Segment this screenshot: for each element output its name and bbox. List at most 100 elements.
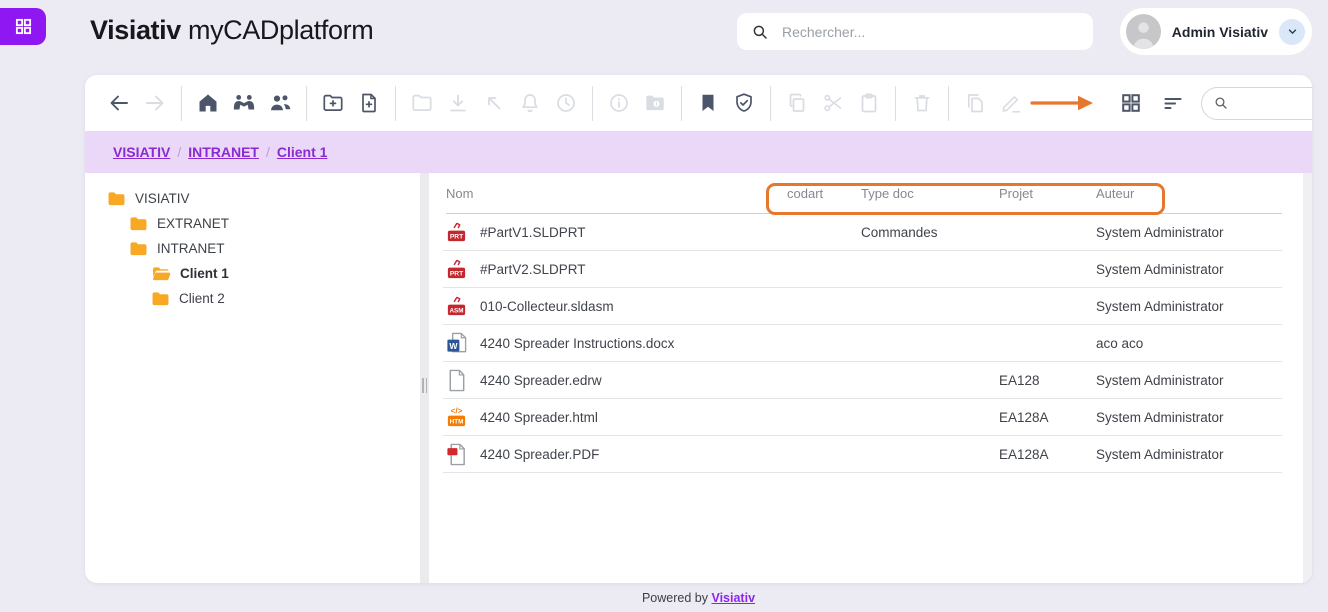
page-title: Visiativ myCADplatform xyxy=(90,15,373,46)
generic-document-icon xyxy=(443,367,469,393)
toolbar-separator xyxy=(770,86,771,121)
tree-item-client2[interactable]: Client 2 xyxy=(85,286,420,311)
column-header-nom[interactable]: Nom xyxy=(446,186,787,201)
table-row[interactable]: 4240 Spreader.PDF EA128A System Administ… xyxy=(443,436,1282,473)
cell-auteur: System Administrator xyxy=(1096,262,1282,277)
folder-open-icon xyxy=(151,266,171,281)
breadcrumb-item-client1[interactable]: Client 1 xyxy=(277,144,328,160)
table-row[interactable]: 4240 Spreader.edrw EA128 System Administ… xyxy=(443,362,1282,399)
toolbar-separator xyxy=(681,86,682,121)
duplicate-pages-icon[interactable] xyxy=(963,91,987,115)
folder-closed-icon xyxy=(151,291,170,306)
tree-label: Client 2 xyxy=(179,291,225,306)
table-row[interactable]: </> HTM 4240 Spreader.html EA128A System… xyxy=(443,399,1282,436)
global-search-input[interactable] xyxy=(782,24,1079,40)
breadcrumb-separator: / xyxy=(177,144,181,160)
cell-auteur: System Administrator xyxy=(1096,447,1282,462)
tree-label: VISIATIV xyxy=(135,191,190,206)
history-clock-icon[interactable] xyxy=(554,91,578,115)
download-icon[interactable] xyxy=(446,91,470,115)
table-header: Nom codart Type doc Projet Auteur xyxy=(446,173,1282,214)
folder-closed-icon xyxy=(129,216,148,231)
app-launcher-button[interactable] xyxy=(0,8,46,45)
breadcrumb: VISIATIV / INTRANET / Client 1 xyxy=(85,131,1312,173)
table-row[interactable]: PRT #PartV2.SLDPRT System Administrator xyxy=(443,251,1282,288)
svg-text:PRT: PRT xyxy=(449,233,463,240)
back-button[interactable] xyxy=(107,91,131,115)
user-name: Admin Visiativ xyxy=(1172,24,1268,40)
paste-clipboard-icon[interactable] xyxy=(857,91,881,115)
tree-item-client1[interactable]: Client 1 xyxy=(85,261,420,286)
copy-icon[interactable] xyxy=(785,91,809,115)
toolbar-separator xyxy=(948,86,949,121)
file-name: 4240 Spreader.PDF xyxy=(480,447,599,462)
file-name: #PartV2.SLDPRT xyxy=(480,262,586,277)
list-view-button[interactable] xyxy=(1161,91,1185,115)
grid-view-button[interactable] xyxy=(1119,91,1143,115)
cell-projet: EA128 xyxy=(999,373,1096,388)
info-icon[interactable] xyxy=(607,91,631,115)
new-file-icon[interactable] xyxy=(357,91,381,115)
brand-name: Visiativ xyxy=(90,15,181,45)
new-folder-icon[interactable] xyxy=(321,91,345,115)
clients-handshake-icon[interactable] xyxy=(232,91,256,115)
column-header-auteur[interactable]: Auteur xyxy=(1096,186,1282,201)
bookmark-icon[interactable] xyxy=(696,91,720,115)
filter-search[interactable] xyxy=(1201,87,1312,120)
footer: Powered by Visiativ xyxy=(85,591,1312,605)
user-menu[interactable]: Admin Visiativ xyxy=(1120,8,1312,55)
cell-projet: EA128A xyxy=(999,410,1096,425)
notifications-bell-icon[interactable] xyxy=(518,91,542,115)
tree-item-visiativ[interactable]: VISIATIV xyxy=(85,186,420,211)
cell-auteur: aco aco xyxy=(1096,336,1282,351)
tree-label: Client 1 xyxy=(180,266,229,281)
svg-text:PRT: PRT xyxy=(449,270,463,277)
edit-pencil-icon[interactable] xyxy=(999,91,1023,115)
person-icon xyxy=(1126,14,1161,49)
column-header-codart[interactable]: codart xyxy=(787,186,861,201)
move-arrow-icon[interactable] xyxy=(482,91,506,115)
content-area: VISIATIV EXTRANET INTRANET Client 1 Clie… xyxy=(85,173,1312,583)
file-name: #PartV1.SLDPRT xyxy=(480,225,586,240)
cell-auteur: System Administrator xyxy=(1096,410,1282,425)
annotation-arrow xyxy=(1029,94,1095,112)
product-name: myCADplatform xyxy=(188,15,373,45)
global-search[interactable] xyxy=(737,13,1093,50)
pdf-document-icon xyxy=(443,441,469,467)
solidworks-part-icon: PRT xyxy=(443,256,469,282)
folder-closed-icon xyxy=(129,241,148,256)
file-name: 4240 Spreader Instructions.docx xyxy=(480,336,674,351)
breadcrumb-item-visiativ[interactable]: VISIATIV xyxy=(113,144,170,160)
cut-scissors-icon[interactable] xyxy=(821,91,845,115)
footer-text: Powered by xyxy=(642,591,708,605)
cell-auteur: System Administrator xyxy=(1096,299,1282,314)
resizer-grip-icon xyxy=(422,378,427,393)
avatar xyxy=(1126,14,1161,49)
tree-item-extranet[interactable]: EXTRANET xyxy=(85,211,420,236)
panel-resizer[interactable] xyxy=(420,173,429,583)
home-icon[interactable] xyxy=(196,91,220,115)
filter-search-input[interactable] xyxy=(1237,96,1312,111)
shield-check-icon[interactable] xyxy=(732,91,756,115)
table-row[interactable]: PRT #PartV1.SLDPRT Commandes System Admi… xyxy=(443,214,1282,251)
folder-info-icon[interactable] xyxy=(643,91,667,115)
users-icon[interactable] xyxy=(268,91,292,115)
user-menu-chevron[interactable] xyxy=(1279,19,1305,45)
footer-visiativ-link[interactable]: Visiativ xyxy=(711,591,755,605)
file-name: 010-Collecteur.sldasm xyxy=(480,299,614,314)
column-header-projet[interactable]: Projet xyxy=(999,186,1096,201)
open-folder-icon[interactable] xyxy=(410,91,434,115)
folder-tree: VISIATIV EXTRANET INTRANET Client 1 Clie… xyxy=(85,173,420,583)
tree-item-intranet[interactable]: INTRANET xyxy=(85,236,420,261)
vertical-scrollbar[interactable] xyxy=(1303,173,1312,583)
breadcrumb-item-intranet[interactable]: INTRANET xyxy=(188,144,259,160)
table-row[interactable]: W 4240 Spreader Instructions.docx aco ac… xyxy=(443,325,1282,362)
grid-launcher-icon xyxy=(14,17,33,36)
file-list: Nom codart Type doc Projet Auteur PRT #P… xyxy=(429,173,1312,583)
cell-auteur: System Administrator xyxy=(1096,225,1282,240)
forward-button[interactable] xyxy=(143,91,167,115)
delete-trash-icon[interactable] xyxy=(910,91,934,115)
table-row[interactable]: ASM 010-Collecteur.sldasm System Adminis… xyxy=(443,288,1282,325)
column-header-typedoc[interactable]: Type doc xyxy=(861,186,999,201)
search-icon xyxy=(1213,95,1229,111)
